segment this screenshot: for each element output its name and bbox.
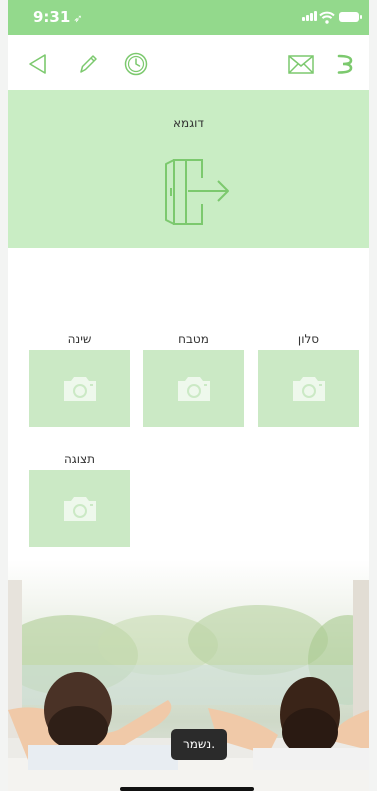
camera-icon [63, 376, 96, 401]
app-screen: 9:31 ➶ דוגמא סלון מטבח שינה תצוגה נשמר. [8, 0, 369, 791]
room-card-display[interactable]: תצוגה [29, 450, 130, 547]
room-label: מטבח [178, 332, 209, 346]
back-arrow-icon[interactable] [25, 51, 51, 77]
room-photo-tile[interactable] [143, 350, 244, 427]
toolbar [8, 35, 369, 90]
camera-icon [177, 376, 210, 401]
mail-icon[interactable] [287, 51, 315, 77]
room-photo-tile[interactable] [258, 350, 359, 427]
home-indicator[interactable] [120, 787, 254, 791]
camera-icon [63, 496, 96, 521]
location-arrow-icon: ➶ [73, 12, 83, 25]
menu-icon[interactable] [335, 51, 357, 77]
room-card-salon[interactable]: סלון [258, 330, 359, 427]
status-time: 9:31 ➶ [33, 8, 83, 26]
room-card-kitchen[interactable]: מטבח [143, 330, 244, 427]
battery-icon [339, 12, 362, 22]
saved-toast: נשמר. [171, 729, 227, 760]
camera-icon [292, 376, 325, 401]
exit-door-icon[interactable] [152, 154, 232, 230]
banner-title: דוגמא [173, 116, 204, 130]
room-label: סלון [297, 332, 320, 346]
status-bar: 9:31 ➶ [8, 0, 369, 35]
wifi-icon [319, 9, 335, 28]
room-card-bedroom[interactable]: שינה [29, 330, 130, 427]
status-time-text: 9:31 [33, 8, 71, 26]
signal-icon [302, 11, 317, 21]
room-label: שינה [67, 332, 92, 346]
room-photo-tile[interactable] [29, 470, 130, 547]
room-photo-tile[interactable] [29, 350, 130, 427]
clock-icon[interactable] [123, 51, 149, 77]
room-label: תצוגה [63, 452, 96, 466]
profile-banner[interactable]: דוגמא [8, 90, 369, 248]
pencil-icon[interactable] [75, 51, 101, 77]
